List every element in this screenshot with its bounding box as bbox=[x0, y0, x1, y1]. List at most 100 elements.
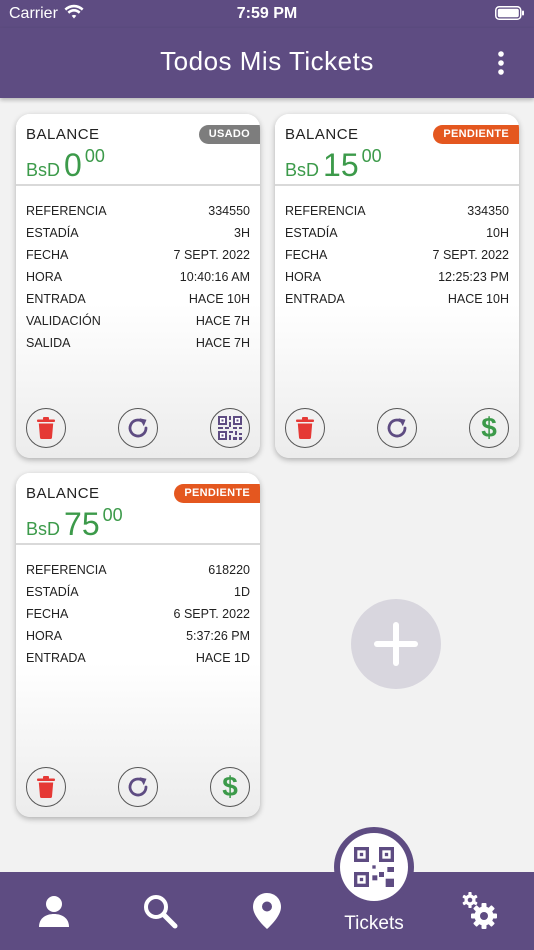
detail-value: 10H bbox=[486, 226, 509, 240]
detail-label: HORA bbox=[26, 629, 63, 643]
detail-row: ENTRADA HACE 1D bbox=[26, 647, 250, 669]
svg-text:$: $ bbox=[222, 773, 238, 801]
ticket-card[interactable]: BALANCE BsD 75 00 PENDIENTE REFERENCIA 6182… bbox=[16, 473, 260, 817]
tab-bar bbox=[0, 872, 534, 950]
search-icon bbox=[144, 895, 178, 929]
balance-label: BALANCE bbox=[285, 126, 359, 143]
detail-label: HORA bbox=[285, 270, 322, 284]
card-actions bbox=[26, 408, 250, 448]
ticket-card-header: BALANCE BsD 75 00 PENDIENTE bbox=[16, 473, 260, 545]
detail-value: 5:37:26 PM bbox=[186, 629, 250, 643]
refresh-icon bbox=[128, 418, 148, 438]
tab-profile[interactable] bbox=[17, 872, 91, 950]
refresh-button[interactable] bbox=[118, 767, 158, 807]
add-ticket-button[interactable] bbox=[351, 599, 441, 689]
location-pin-icon bbox=[253, 893, 281, 929]
detail-value: 12:25:23 PM bbox=[438, 270, 509, 284]
detail-row: ESTADÍA 1D bbox=[26, 581, 250, 603]
amount-decimal: 00 bbox=[84, 146, 105, 166]
detail-value: HACE 7H bbox=[195, 314, 250, 328]
detail-row: HORA 5:37:26 PM bbox=[26, 625, 250, 647]
ticket-card[interactable]: BALANCE BsD 0 00 USADO REFERENCIA 334550 ES… bbox=[16, 114, 260, 458]
detail-value: 3H bbox=[234, 226, 250, 240]
tab-tickets-label: Tickets bbox=[344, 913, 404, 934]
balance-amount: BsD 75 00 bbox=[26, 505, 123, 543]
detail-row: REFERENCIA 334350 bbox=[285, 200, 509, 222]
ticket-details: REFERENCIA 334350 ESTADÍA 10H FECHA 7 SEPT.… bbox=[285, 200, 509, 310]
dollar-icon: $ bbox=[222, 773, 238, 801]
amount-integer: 0 bbox=[64, 147, 82, 183]
user-icon bbox=[39, 896, 69, 927]
detail-label: ENTRADA bbox=[26, 651, 86, 665]
currency: BsD bbox=[26, 519, 61, 539]
refresh-icon bbox=[387, 418, 407, 438]
detail-row: ENTRADA HACE 10H bbox=[285, 288, 509, 310]
detail-value: 6 SEPT. 2022 bbox=[173, 607, 250, 621]
dollar-icon: $ bbox=[481, 414, 497, 442]
pay-button[interactable]: $ bbox=[469, 408, 509, 448]
currency: BsD bbox=[285, 160, 320, 180]
detail-row: REFERENCIA 334550 bbox=[26, 200, 250, 222]
tab-tickets[interactable] bbox=[334, 827, 414, 907]
detail-row: REFERENCIA 618220 bbox=[26, 559, 250, 581]
detail-row: ESTADÍA 10H bbox=[285, 222, 509, 244]
refresh-icon bbox=[128, 777, 148, 797]
amount-integer: 75 bbox=[64, 506, 100, 542]
tab-location[interactable] bbox=[230, 872, 304, 950]
refresh-button[interactable] bbox=[377, 408, 417, 448]
nav-bar: Todos Mis Tickets bbox=[0, 28, 534, 98]
tab-settings[interactable] bbox=[443, 872, 517, 950]
currency: BsD bbox=[26, 160, 61, 180]
balance-amount: BsD 15 00 bbox=[285, 146, 382, 184]
balance-label: BALANCE bbox=[26, 485, 100, 502]
ticket-card[interactable]: BALANCE BsD 15 00 PENDIENTE REFERENCIA 3343… bbox=[275, 114, 519, 458]
status-time: 7:59 PM bbox=[236, 5, 298, 22]
detail-label: ESTADÍA bbox=[26, 585, 79, 599]
ticket-card-header: BALANCE BsD 15 00 PENDIENTE bbox=[275, 114, 519, 186]
card-actions: $ bbox=[26, 767, 250, 807]
trash-icon bbox=[296, 417, 314, 439]
svg-text:$: $ bbox=[481, 414, 497, 442]
ticket-details: REFERENCIA 618220 ESTADÍA 1D FECHA 6 SEPT. … bbox=[26, 559, 250, 669]
detail-row: SALIDA HACE 7H bbox=[26, 332, 250, 354]
delete-button[interactable] bbox=[26, 408, 66, 448]
detail-value: HACE 1D bbox=[195, 651, 250, 665]
qr-code-button[interactable] bbox=[210, 408, 250, 448]
detail-label: REFERENCIA bbox=[26, 563, 107, 577]
trash-icon bbox=[37, 417, 55, 439]
detail-row: FECHA 7 SEPT. 2022 bbox=[26, 244, 250, 266]
detail-value: 334350 bbox=[467, 204, 509, 218]
detail-value: HACE 10H bbox=[188, 292, 250, 306]
detail-value: HACE 7H bbox=[195, 336, 250, 350]
detail-label: VALIDACIÓN bbox=[26, 314, 101, 328]
detail-label: ESTADÍA bbox=[26, 226, 79, 240]
card-actions: $ bbox=[285, 408, 509, 448]
delete-button[interactable] bbox=[285, 408, 325, 448]
qr-code-icon bbox=[218, 416, 242, 440]
detail-row: HORA 10:40:16 AM bbox=[26, 266, 250, 288]
plus-icon bbox=[374, 622, 418, 666]
amount-decimal: 00 bbox=[361, 146, 382, 166]
page-title: Todos Mis Tickets bbox=[160, 46, 374, 76]
detail-label: FECHA bbox=[26, 248, 69, 262]
delete-button[interactable] bbox=[26, 767, 66, 807]
detail-label: SALIDA bbox=[26, 336, 71, 350]
settings-gears-icon bbox=[462, 892, 497, 929]
detail-label: ENTRADA bbox=[285, 292, 345, 306]
ticket-card-header: BALANCE BsD 0 00 USADO bbox=[16, 114, 260, 186]
detail-label: REFERENCIA bbox=[26, 204, 107, 218]
more-vertical-icon[interactable] bbox=[486, 48, 516, 78]
detail-row: ENTRADA HACE 10H bbox=[26, 288, 250, 310]
balance-label: BALANCE bbox=[26, 126, 100, 143]
status-bar: Carrier 7:59 PM bbox=[0, 0, 534, 28]
detail-row: VALIDACIÓN HACE 7H bbox=[26, 310, 250, 332]
pay-button[interactable]: $ bbox=[210, 767, 250, 807]
detail-value: 7 SEPT. 2022 bbox=[173, 248, 250, 262]
detail-label: HORA bbox=[26, 270, 63, 284]
detail-value: 334550 bbox=[208, 204, 250, 218]
detail-row: ESTADÍA 3H bbox=[26, 222, 250, 244]
ticket-details: REFERENCIA 334550 ESTADÍA 3H FECHA 7 SEPT. … bbox=[26, 200, 250, 354]
detail-value: HACE 10H bbox=[447, 292, 509, 306]
tab-search[interactable] bbox=[123, 872, 197, 950]
refresh-button[interactable] bbox=[118, 408, 158, 448]
